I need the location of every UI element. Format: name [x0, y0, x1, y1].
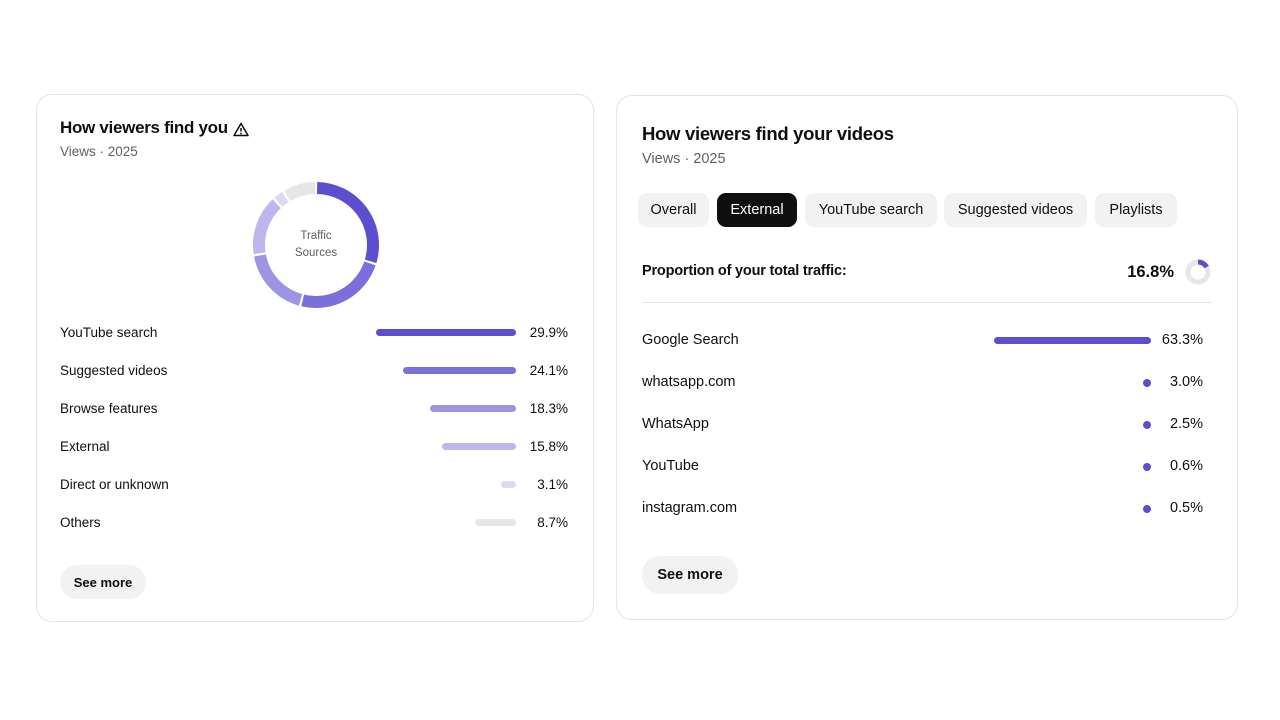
- source-bar: [430, 405, 516, 412]
- source-label: YouTube search: [60, 325, 158, 340]
- proportion-mini-donut: [1185, 259, 1211, 285]
- external-source-label: WhatsApp: [642, 416, 709, 432]
- proportion-value: 16.8%: [1127, 263, 1174, 281]
- external-source-dot: [1143, 421, 1151, 429]
- warning-icon[interactable]: [233, 122, 249, 137]
- source-label: Direct or unknown: [60, 477, 169, 492]
- tab-suggested-videos[interactable]: Suggested videos: [944, 193, 1087, 227]
- external-source-percent: 0.6%: [1169, 458, 1203, 474]
- external-source-dot: [1143, 463, 1151, 471]
- external-source-label: instagram.com: [642, 500, 738, 516]
- card-subtitle: Views · 2025: [60, 144, 138, 159]
- external-source-label: whatsapp.com: [642, 374, 736, 390]
- source-bar: [376, 329, 516, 336]
- source-label: Others: [60, 515, 101, 530]
- source-bar: [501, 481, 516, 488]
- source-row: Others 8.7%: [60, 511, 568, 535]
- external-source-row: Google Search 63.3%: [642, 327, 1203, 355]
- donut-center-line1: Traffic: [300, 230, 332, 242]
- external-source-percent: 0.5%: [1169, 500, 1203, 516]
- external-source-percent: 63.3%: [1161, 332, 1203, 348]
- source-row: Direct or unknown 3.1%: [60, 473, 568, 497]
- source-bar: [442, 443, 516, 450]
- traffic-sources-card: How viewers find you Views · 2025 Traffi…: [36, 94, 594, 622]
- external-source-percent: 2.5%: [1169, 416, 1203, 432]
- proportion-label: Proportion of your total traffic:: [642, 263, 847, 279]
- source-percent: 8.7%: [537, 515, 568, 530]
- external-source-dot: [1143, 505, 1151, 513]
- tab-overall[interactable]: Overall: [638, 193, 709, 227]
- external-source-row: YouTube 0.6%: [642, 453, 1203, 481]
- external-sources-card: How viewers find your videos Views · 202…: [616, 95, 1238, 620]
- external-source-bar: [994, 337, 1151, 344]
- source-bar: [475, 519, 516, 526]
- traffic-donut-chart: Traffic Sources: [246, 175, 386, 315]
- source-label: External: [60, 439, 110, 454]
- tab-youtube-search[interactable]: YouTube search: [805, 193, 937, 227]
- proportion-arc: [1197, 259, 1209, 269]
- external-source-row: instagram.com 0.5%: [642, 495, 1203, 523]
- external-source-label: YouTube: [642, 458, 699, 474]
- source-row: External 15.8%: [60, 435, 568, 459]
- source-percent: 3.1%: [537, 477, 568, 492]
- tab-playlists[interactable]: Playlists: [1095, 193, 1177, 227]
- external-source-row: whatsapp.com 3.0%: [642, 369, 1203, 397]
- see-more-button[interactable]: See more: [642, 556, 738, 594]
- source-label: Browse features: [60, 401, 158, 416]
- source-percent: 18.3%: [529, 401, 568, 416]
- source-bar: [403, 367, 516, 374]
- source-row: Suggested videos 24.1%: [60, 359, 568, 383]
- source-percent: 24.1%: [529, 363, 568, 378]
- external-source-percent: 3.0%: [1169, 374, 1203, 390]
- source-label: Suggested videos: [60, 363, 168, 378]
- divider: [643, 302, 1212, 303]
- tab-external[interactable]: External: [717, 193, 797, 227]
- external-source-label: Google Search: [642, 332, 739, 348]
- see-more-button[interactable]: See more: [60, 565, 146, 599]
- card-title: How viewers find you: [60, 118, 228, 137]
- external-source-dot: [1143, 379, 1151, 387]
- card-subtitle: Views · 2025: [642, 151, 726, 167]
- donut-center-label: Traffic Sources: [246, 175, 386, 315]
- card-title: How viewers find your videos: [642, 123, 894, 144]
- source-row: YouTube search 29.9%: [60, 321, 568, 345]
- source-percent: 15.8%: [529, 439, 568, 454]
- donut-center-line2: Sources: [294, 247, 338, 259]
- external-source-row: WhatsApp 2.5%: [642, 411, 1203, 439]
- source-percent: 29.9%: [529, 325, 568, 340]
- source-row: Browse features 18.3%: [60, 397, 568, 421]
